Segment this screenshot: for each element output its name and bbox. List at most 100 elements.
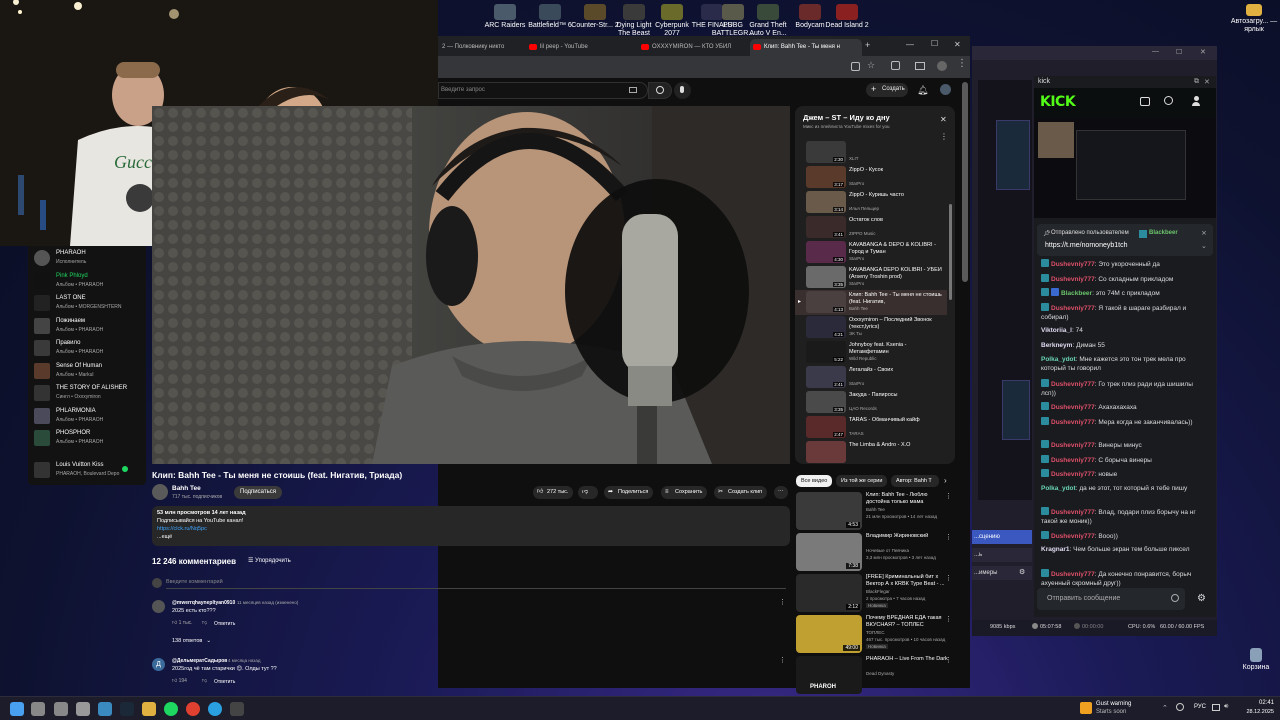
browser-menu-icon[interactable]: ⋮ bbox=[957, 58, 967, 69]
kick-user-icon[interactable] bbox=[1192, 96, 1200, 106]
kick-pinned-message[interactable]: 📌︎ Отправлено пользователем Blackbeer ht… bbox=[1037, 224, 1213, 256]
obs-icon[interactable] bbox=[230, 702, 244, 716]
desktop-game-shortcut[interactable]: Grand Theft Auto V En... bbox=[744, 4, 792, 38]
spotify-library-item[interactable]: PHARAOH Исполнитель bbox=[34, 248, 144, 270]
tab-oxxxymiron[interactable]: OXXXYMIRON — КТО УБИЛ bbox=[638, 39, 750, 56]
create-button[interactable]: + Создать bbox=[866, 83, 908, 97]
profile-avatar-icon[interactable] bbox=[937, 61, 947, 71]
desktop-recycle-bin[interactable]: Корзина bbox=[1232, 648, 1280, 672]
desktop-shortcut-autostart[interactable]: Автозагру... — ярлык bbox=[1230, 4, 1278, 34]
kick-chat-settings-icon[interactable]: ⚙ bbox=[1197, 593, 1206, 604]
dislike-button[interactable]: 👎︎ bbox=[578, 486, 598, 499]
channel-name[interactable]: Bahh Tee bbox=[172, 485, 201, 492]
commenter-avatar[interactable] bbox=[152, 600, 165, 613]
desktop-game-shortcut[interactable]: ARC Raiders bbox=[481, 4, 529, 30]
like-button[interactable]: 👍︎ 272 тыс. bbox=[533, 486, 574, 499]
gallery-icon[interactable] bbox=[98, 702, 112, 716]
video-menu-icon[interactable]: ⋮ bbox=[945, 533, 952, 541]
thumbs-down-icon[interactable]: 👎︎ bbox=[202, 678, 207, 684]
volume-icon[interactable]: 🔊︎ bbox=[1224, 703, 1228, 711]
playlist-item[interactable]: 4:30 KAVABANGA & DEPO & KOLIBRI - Город и… bbox=[795, 240, 947, 265]
playlist-item[interactable]: 4:21 Oxxxymiron – Последний Звонок (текст… bbox=[795, 315, 947, 340]
comment-reply-button[interactable]: Ответить bbox=[214, 621, 235, 627]
emoji-icon[interactable] bbox=[1171, 594, 1179, 602]
clip-button[interactable]: ✂ Создать клип bbox=[714, 486, 768, 499]
bookmark-star-icon[interactable]: ☆ bbox=[867, 60, 875, 71]
pinned-link[interactable]: https://t.me/nomoneyb1tch bbox=[1045, 242, 1128, 249]
search-button[interactable] bbox=[648, 82, 672, 99]
kick-chat-input[interactable]: Отправить сообщение bbox=[1037, 588, 1185, 610]
playlist-item[interactable]: 3:35 Закуда - Папиросы ЦАО Records bbox=[795, 390, 947, 415]
spotify-icon[interactable] bbox=[164, 702, 178, 716]
install-app-icon[interactable] bbox=[851, 62, 860, 71]
chat-username[interactable]: Dushevniy777 bbox=[1051, 276, 1095, 283]
close-playlist-icon[interactable]: ✕ bbox=[940, 115, 947, 124]
notifications-bell-icon[interactable]: 🔔︎ bbox=[917, 85, 928, 96]
spotify-library-item[interactable]: PHLARMONIA Альбом • PHARAOH bbox=[34, 406, 144, 428]
video-description[interactable]: 53 млн просмотров 14 лет назад Подписыва… bbox=[152, 506, 790, 546]
comments-sort-button[interactable]: ☰ Упорядочить bbox=[248, 557, 291, 564]
playlist-item[interactable]: The Limba & Andro - X.O bbox=[795, 440, 947, 464]
obs-studio-mode-button[interactable]: ...имеры bbox=[972, 566, 1016, 580]
video-menu-icon[interactable]: ⋮ bbox=[945, 656, 952, 664]
spotify-now-playing[interactable]: Louis Vuitton Kiss PHARAOH, Boulevard Dep… bbox=[34, 460, 144, 482]
comment-menu-icon[interactable]: ⋮ bbox=[779, 598, 786, 606]
spotify-library-item[interactable]: Правило Альбом • PHARAOH bbox=[34, 338, 144, 360]
chat-username[interactable]: Viktoriia_l bbox=[1041, 327, 1072, 334]
page-scrollbar[interactable] bbox=[962, 82, 968, 282]
subscribe-button[interactable]: Подписаться bbox=[234, 486, 282, 499]
tray-overflow-icon[interactable]: ⌃ bbox=[1162, 704, 1168, 712]
recommended-video[interactable]: 2:12 [FREE] Криминальный бит x Вектор А x… bbox=[796, 574, 952, 614]
spotify-library-item[interactable]: LAST ONE Альбом • MORGENSHTERN bbox=[34, 293, 144, 315]
playlist-item[interactable]: 3:35 KAVABANGA DEPO KOLIBRI - УБЕЙ (Arsen… bbox=[795, 265, 947, 290]
kick-tv-icon[interactable] bbox=[1140, 97, 1150, 106]
video-player[interactable] bbox=[152, 106, 790, 464]
voice-search-button[interactable] bbox=[674, 82, 691, 99]
commenter-avatar[interactable]: Д bbox=[152, 658, 165, 671]
chrome-icon[interactable] bbox=[186, 702, 200, 716]
kick-logo[interactable]: KICK bbox=[1040, 94, 1076, 110]
recommended-video[interactable]: 49:00 Почему ВРЕДНАЯ ЕДА такая ВКУСНАЯ? –… bbox=[796, 615, 952, 655]
playlist-item[interactable]: 2:30 XLIT bbox=[795, 140, 947, 165]
settings-icon[interactable] bbox=[76, 702, 90, 716]
obs-maximize-button[interactable]: ☐ bbox=[1176, 48, 1182, 56]
recommended-video[interactable]: 7:38 Владимир Жириновский Ночевые от Певчи… bbox=[796, 533, 952, 573]
chat-username[interactable]: Dushevniy777 bbox=[1051, 381, 1095, 388]
chat-username[interactable]: Dushevniy777 bbox=[1051, 471, 1095, 478]
chips-next-icon[interactable]: › bbox=[944, 476, 947, 485]
steam-icon[interactable] bbox=[120, 702, 134, 716]
description-more-link[interactable]: ...ещё bbox=[157, 534, 172, 540]
obs-start-recording-button[interactable]: ...сцению bbox=[972, 530, 1032, 544]
chat-username[interactable]: Dushevniy777 bbox=[1051, 442, 1095, 449]
filter-chip[interactable]: Все видео bbox=[796, 475, 833, 487]
obs-minimize-button[interactable]: — bbox=[1152, 48, 1159, 55]
language-indicator[interactable]: РУС bbox=[1194, 704, 1206, 710]
kick-popout-icon[interactable]: ⧉ bbox=[1194, 78, 1199, 86]
chat-username[interactable]: Dushevniy777 bbox=[1051, 509, 1095, 516]
playlist-item[interactable]: 3:17 ZippO - Кусок StarPro bbox=[795, 165, 947, 190]
spotify-library-item[interactable]: Pink Phloyd Альбом • PHARAOH bbox=[34, 271, 144, 293]
tray-app-icon[interactable] bbox=[1176, 703, 1184, 711]
kick-close-button[interactable]: ✕ bbox=[1204, 78, 1210, 86]
chat-username[interactable]: Dushevniy777 bbox=[1051, 305, 1095, 312]
spotify-library-item[interactable]: Пожинаем Альбом • PHARAOH bbox=[34, 316, 144, 338]
save-button[interactable]: ≡ Сохранить bbox=[661, 486, 708, 499]
kick-search-icon[interactable] bbox=[1164, 96, 1173, 105]
chat-username[interactable]: Dushevniy777 bbox=[1051, 419, 1095, 426]
folder-icon[interactable] bbox=[142, 702, 156, 716]
chat-username[interactable]: Polka_ydot bbox=[1041, 485, 1076, 492]
weather-icon[interactable] bbox=[1080, 702, 1092, 714]
share-button[interactable]: ➦ Поделиться bbox=[604, 486, 654, 499]
video-menu-icon[interactable]: ⋮ bbox=[945, 492, 952, 500]
tab-lil-peep[interactable]: lil peep - YouTube bbox=[526, 39, 638, 56]
sidebar-icon[interactable] bbox=[915, 62, 925, 70]
youtube-search-input[interactable]: Введите запрос bbox=[438, 82, 648, 99]
playlist-item[interactable]: 4:13 ▸ Клип: Bahh Tee - Ты меня не стоишь … bbox=[795, 290, 947, 315]
search-icon[interactable] bbox=[31, 702, 45, 716]
obs-close-button[interactable]: ✕ bbox=[1200, 48, 1206, 56]
comment-author[interactable]: @mwerrqhaynepltyan0910 bbox=[172, 600, 235, 606]
comment-menu-icon[interactable]: ⋮ bbox=[779, 656, 786, 664]
playlist-item[interactable]: 3:41 Остаток слов ZIPPO Music bbox=[795, 215, 947, 240]
desktop-game-shortcut[interactable]: Battlefield™ 6 bbox=[526, 4, 574, 30]
chat-username[interactable]: Blackbeer bbox=[1061, 290, 1092, 297]
